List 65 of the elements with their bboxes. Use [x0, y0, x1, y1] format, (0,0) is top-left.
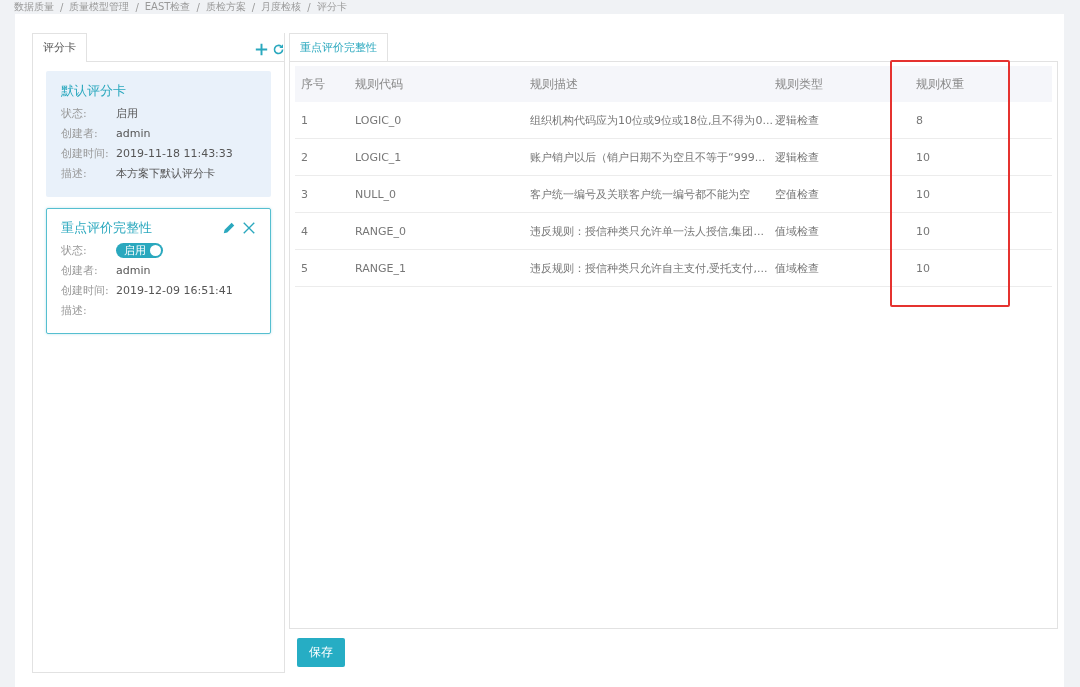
card-title: 默认评分卡: [61, 82, 126, 100]
refresh-icon[interactable]: [272, 42, 285, 56]
field-label: 状态:: [61, 105, 88, 121]
column-header: 规则权重: [915, 75, 965, 93]
table-cell-text: 空值检查: [774, 186, 820, 202]
table-cell-text: 8: [915, 113, 924, 127]
field-label: 创建时间:: [61, 145, 110, 161]
breadcrumb-item[interactable]: EAST检查: [144, 0, 191, 14]
table-cell-text: 值域检查: [774, 260, 820, 276]
table-cell-text: 账户销户以后（销户日期不为空且不等于“999...: [529, 149, 767, 165]
table-cell-text: 3: [300, 187, 309, 201]
field-label: 描述:: [61, 302, 88, 318]
breadcrumb-separator: /: [251, 1, 256, 13]
add-icon[interactable]: [255, 42, 268, 56]
table-cell-text: 违反规则：授信种类只允许自主支付,受托支付,...: [529, 260, 769, 276]
table-cell-text: 违反规则：授信种类只允许单一法人授信,集团...: [529, 223, 765, 239]
table-cell-text: 5: [300, 261, 309, 275]
table-cell-text: 10: [915, 224, 931, 238]
breadcrumb-separator: /: [196, 1, 200, 13]
scorecard-tab[interactable]: 重点评价完整性: [289, 33, 388, 62]
scorecard-card[interactable]: 默认评分卡 状态: 启用 创建者: admin 创建时间: 2019-11-18 11:43:33 描述: 本方案下默认评分卡: [46, 71, 271, 197]
table-cell-text: 客户统一编号及关联客户统一编号都不能为空: [529, 186, 751, 202]
breadcrumb-item[interactable]: 数据质量: [14, 0, 54, 14]
table-cell-text: 2: [300, 150, 309, 164]
field-label: 创建者:: [61, 125, 99, 141]
breadcrumb-separator: /: [307, 1, 311, 13]
table-cell-text: NULL_0: [354, 187, 398, 201]
table-cell-text: 10: [915, 187, 931, 201]
field-value: 2019-11-18 11:43:33: [116, 146, 233, 160]
field-label: 状态:: [61, 242, 88, 258]
table-cell-text: 10: [915, 150, 931, 164]
table-cell-text: 4: [300, 224, 309, 238]
status-switch[interactable]: 启用: [116, 242, 163, 258]
breadcrumb-separator: /: [60, 1, 64, 13]
breadcrumb-item[interactable]: 评分卡: [316, 0, 347, 14]
table-cell-text: RANGE_1: [354, 261, 407, 275]
table-cell-text: RANGE_0: [354, 224, 407, 238]
scorecard-card[interactable]: 重点评价完整性 状态: 启用 创建者: admin 创建时间: 2019-12-09 16:51:41 描述:: [46, 208, 271, 334]
table-cell-text: 逻辑检查: [774, 149, 820, 165]
field-value: admin: [116, 126, 151, 140]
save-button[interactable]: 保存: [297, 638, 345, 667]
field-label: 描述:: [61, 165, 88, 181]
field-label: 创建时间:: [61, 282, 110, 298]
field-value: 启用: [116, 105, 138, 121]
close-icon[interactable]: [242, 221, 256, 235]
breadcrumb-separator: /: [135, 1, 139, 13]
breadcrumb-item[interactable]: 月度检核: [261, 0, 302, 14]
field-value: 本方案下默认评分卡: [116, 165, 215, 181]
field-label: 创建者:: [61, 262, 99, 278]
column-header: 规则代码: [354, 75, 404, 93]
table-cell-text: LOGIC_0: [354, 113, 403, 127]
card-title: 重点评价完整性: [61, 219, 152, 237]
table-cell-text: 值域检查: [774, 223, 820, 239]
field-value: admin: [116, 263, 151, 277]
column-header: 序号: [300, 75, 326, 93]
edit-icon[interactable]: [222, 221, 236, 235]
table-cell-text: 10: [915, 261, 931, 275]
field-value: 2019-12-09 16:51:41: [116, 283, 233, 297]
scorecard-tab[interactable]: 评分卡: [32, 33, 87, 62]
table-cell-text: 1: [300, 113, 309, 127]
breadcrumb-item[interactable]: 质量模型管理: [69, 0, 130, 14]
column-header: 规则类型: [774, 75, 824, 93]
column-header: 规则描述: [529, 75, 579, 93]
table-cell-text: LOGIC_1: [354, 150, 403, 164]
breadcrumb-item[interactable]: 质检方案: [205, 0, 246, 14]
